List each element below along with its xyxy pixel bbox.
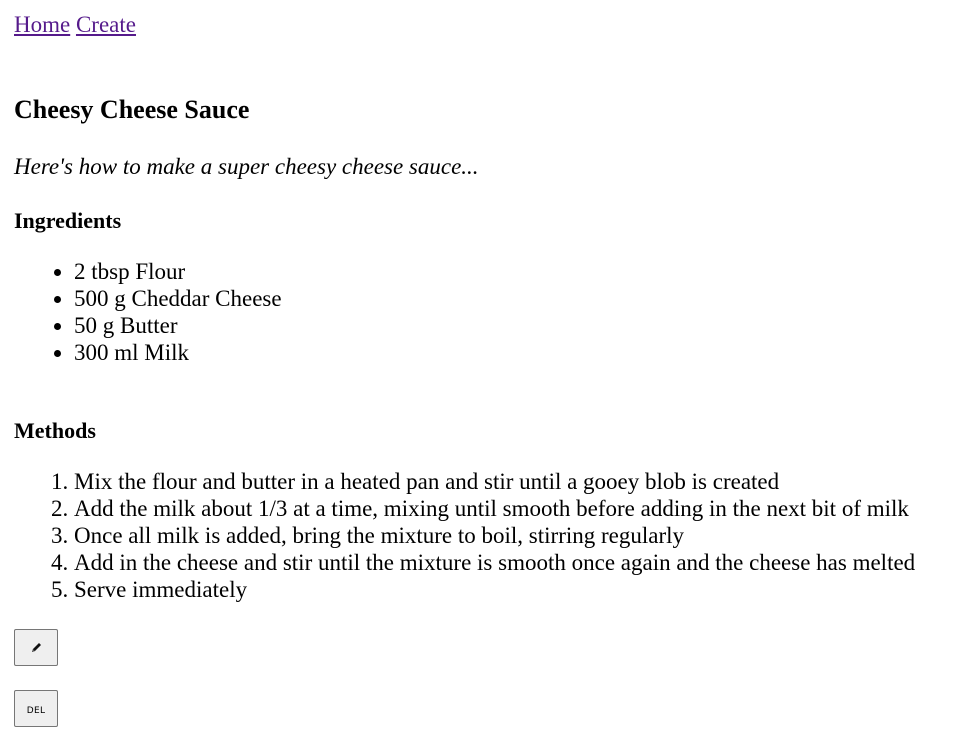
top-nav: Home Create (14, 11, 136, 39)
ingredients-heading: Ingredients (14, 208, 122, 233)
method-step: Add in the cheese and stir until the mix… (74, 549, 915, 576)
method-step: Serve immediately (74, 576, 915, 603)
methods-heading: Methods (14, 418, 96, 443)
nav-create-link[interactable]: Create (76, 12, 136, 37)
ingredient-item: 500 g Cheddar Cheese (74, 285, 282, 312)
ingredients-list: 2 tbsp Flour 500 g Cheddar Cheese 50 g B… (14, 258, 282, 366)
method-step: Once all milk is added, bring the mixtur… (74, 522, 915, 549)
recipe-description: Here's how to make a super cheesy cheese… (14, 154, 479, 179)
pencil-icon (32, 642, 41, 652)
delete-button[interactable]: DEL (14, 690, 58, 727)
method-step: Add the milk about 1/3 at a time, mixing… (74, 495, 915, 522)
method-step: Mix the flour and butter in a heated pan… (74, 468, 915, 495)
ingredient-item: 50 g Butter (74, 312, 282, 339)
edit-button[interactable] (14, 629, 58, 666)
recipe-title: Cheesy Cheese Sauce (14, 95, 250, 124)
delete-label: DEL (26, 705, 46, 716)
ingredient-item: 300 ml Milk (74, 339, 282, 366)
ingredient-item: 2 tbsp Flour (74, 258, 282, 285)
nav-home-link[interactable]: Home (14, 12, 70, 37)
methods-list: Mix the flour and butter in a heated pan… (14, 468, 915, 603)
